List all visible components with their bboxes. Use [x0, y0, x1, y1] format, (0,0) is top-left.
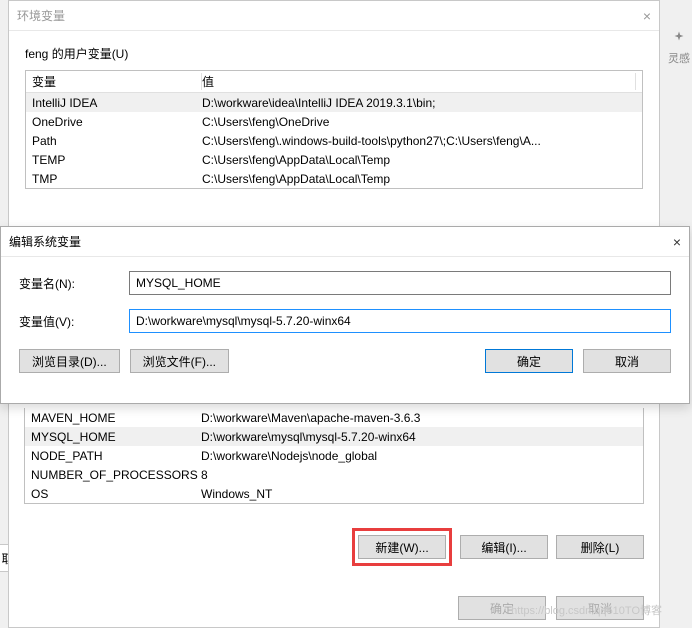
table-row[interactable]: IntelliJ IDEA D:\workware\idea\IntelliJ … — [26, 93, 642, 112]
col-header-name: 变量 — [32, 73, 202, 90]
env-ok-button[interactable]: 确定 — [458, 596, 546, 620]
col-header-value: 值 — [202, 73, 636, 90]
edit-system-variable-dialog: 编辑系统变量 × 变量名(N): 变量值(V): 浏览目录(D)... 浏览文件… — [0, 226, 690, 404]
highlight-annotation: 新建(W)... — [352, 528, 452, 566]
close-icon[interactable]: × — [641, 234, 681, 250]
user-vars-table[interactable]: 变量 值 IntelliJ IDEA D:\workware\idea\Inte… — [25, 70, 643, 189]
title-bar: 环境变量 × — [9, 1, 659, 31]
right-panel: 灵感 — [666, 30, 692, 66]
table-row[interactable]: NODE_PATH D:\workware\Nodejs\node_global — [25, 446, 643, 465]
sys-vars-table[interactable]: MAVEN_HOME D:\workware\Maven\apache-mave… — [24, 408, 644, 504]
table-header: 变量 值 — [26, 71, 642, 93]
window-title: 编辑系统变量 — [9, 233, 641, 250]
user-vars-label: feng 的用户变量(U) — [25, 45, 643, 62]
var-name-row: 变量名(N): — [19, 271, 671, 295]
var-name-label: 变量名(N): — [19, 275, 129, 292]
browse-dir-button[interactable]: 浏览目录(D)... — [19, 349, 120, 373]
edit-sys-var-button[interactable]: 编辑(I)... — [460, 535, 548, 559]
table-row[interactable]: NUMBER_OF_PROCESSORS 8 — [25, 465, 643, 484]
table-row[interactable]: TMP C:\Users\feng\AppData\Local\Temp — [26, 169, 642, 188]
new-sys-var-button[interactable]: 新建(W)... — [358, 535, 446, 559]
table-row[interactable]: OS Windows_NT — [25, 484, 643, 503]
table-row[interactable]: MAVEN_HOME D:\workware\Maven\apache-mave… — [25, 408, 643, 427]
ok-button[interactable]: 确定 — [485, 349, 573, 373]
right-panel-label: 灵感 — [668, 53, 690, 65]
table-row[interactable]: Path C:\Users\feng\.windows-build-tools\… — [26, 131, 642, 150]
browse-file-button[interactable]: 浏览文件(F)... — [130, 349, 229, 373]
var-name-field[interactable] — [129, 271, 671, 295]
var-value-field[interactable] — [129, 309, 671, 333]
sys-vars-buttons: 新建(W)... 编辑(I)... 删除(L) — [24, 528, 644, 566]
env-window-footer: 确定 取消 — [24, 596, 644, 620]
title-bar: 编辑系统变量 × — [1, 227, 689, 257]
sparkle-icon — [670, 30, 688, 48]
user-vars-group: feng 的用户变量(U) 变量 值 IntelliJ IDEA D:\work… — [25, 45, 643, 189]
var-value-label: 变量值(V): — [19, 313, 129, 330]
cancel-button[interactable]: 取消 — [583, 349, 671, 373]
table-row[interactable]: MYSQL_HOME D:\workware\mysql\mysql-5.7.2… — [25, 427, 643, 446]
close-icon[interactable]: × — [611, 8, 651, 24]
window-title: 环境变量 — [17, 7, 611, 24]
edit-dialog-buttons: 浏览目录(D)... 浏览文件(F)... 确定 取消 — [19, 349, 671, 373]
delete-sys-var-button[interactable]: 删除(L) — [556, 535, 644, 559]
table-row[interactable]: OneDrive C:\Users\feng\OneDrive — [26, 112, 642, 131]
var-value-row: 变量值(V): — [19, 309, 671, 333]
table-row[interactable]: TEMP C:\Users\feng\AppData\Local\Temp — [26, 150, 642, 169]
env-cancel-button[interactable]: 取消 — [556, 596, 644, 620]
